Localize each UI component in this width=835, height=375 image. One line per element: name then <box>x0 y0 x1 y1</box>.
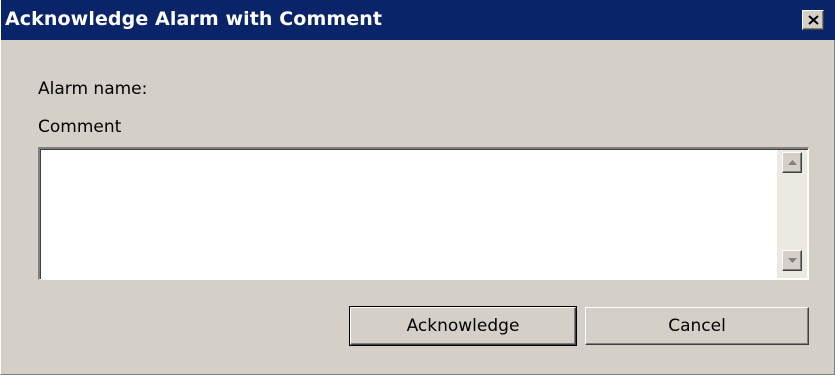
comment-scrollbar[interactable] <box>777 150 807 278</box>
comment-field[interactable] <box>38 147 809 280</box>
acknowledge-button[interactable]: Acknowledge <box>349 306 577 346</box>
scroll-down-button[interactable] <box>782 250 802 271</box>
acknowledge-alarm-dialog: Acknowledge Alarm with Comment Alarm nam… <box>0 0 835 375</box>
window-title: Acknowledge Alarm with Comment <box>5 8 383 30</box>
arrow-up-icon <box>788 160 797 165</box>
close-icon <box>808 15 819 25</box>
alarm-name-label: Alarm name: <box>38 79 148 99</box>
comment-label: Comment <box>38 117 122 137</box>
close-button[interactable] <box>802 10 824 30</box>
cancel-button[interactable]: Cancel <box>585 307 809 345</box>
scroll-up-button[interactable] <box>782 152 802 173</box>
arrow-down-icon <box>788 258 797 263</box>
title-bar[interactable]: Acknowledge Alarm with Comment <box>1 0 835 40</box>
comment-textarea[interactable] <box>42 151 777 277</box>
